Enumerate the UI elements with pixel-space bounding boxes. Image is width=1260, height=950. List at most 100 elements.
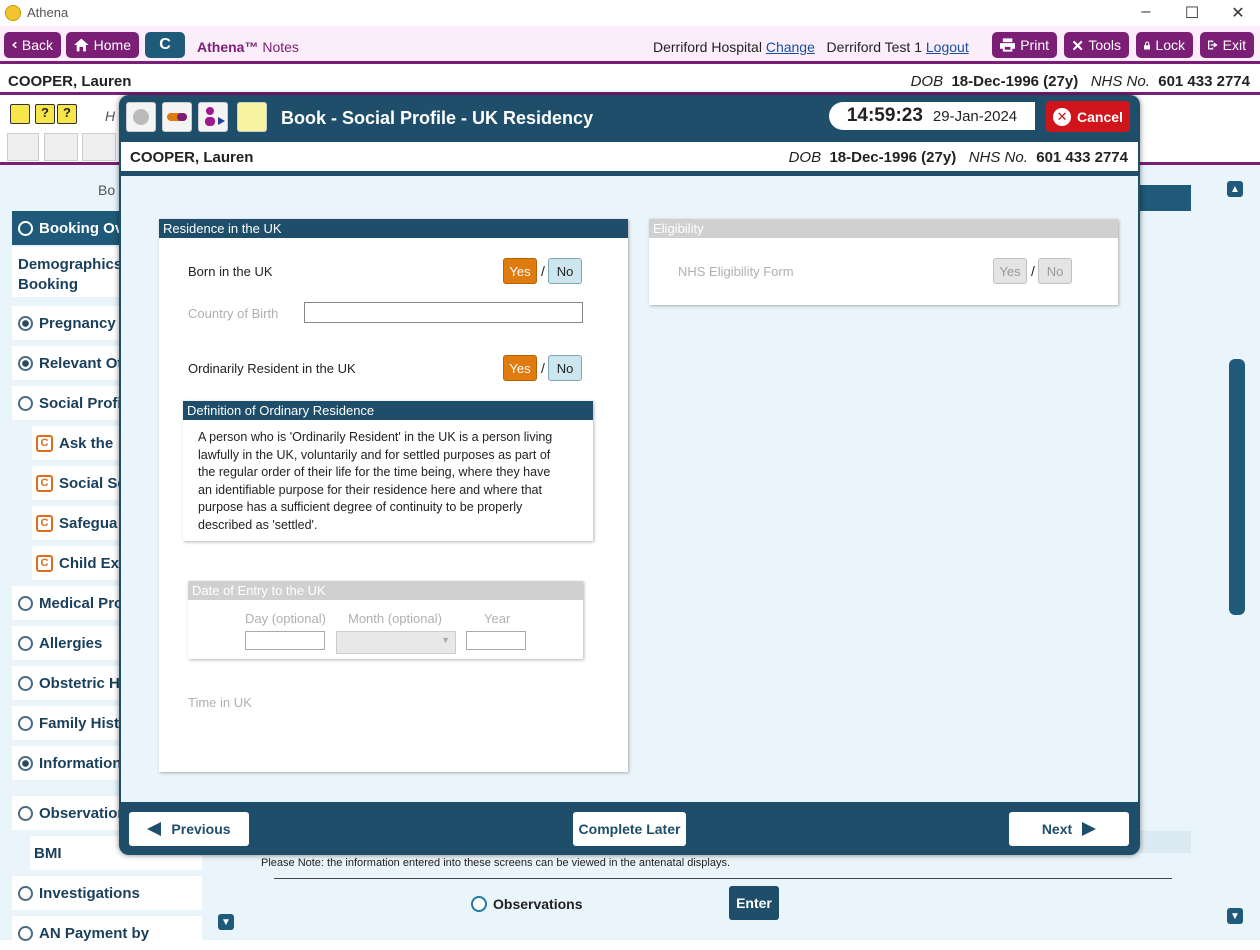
nhs-value: 601 433 2774: [1158, 73, 1250, 90]
radio-icon: [18, 220, 33, 236]
definition-line: A person who is 'Ordinarily Resident' in…: [198, 430, 553, 444]
born-slash: /: [541, 263, 545, 279]
definition-line: lawfully in the UK, voluntarily and for …: [198, 447, 551, 462]
c-icon: C: [36, 514, 53, 532]
puzzle-icon[interactable]: [7, 133, 39, 161]
session-info: Derriford Hospital Change Derriford Test…: [653, 39, 969, 55]
change-link[interactable]: Change: [766, 39, 815, 55]
born-yes-button[interactable]: Yes: [503, 258, 537, 284]
observations-label: Observations: [493, 896, 583, 912]
home-button[interactable]: Home: [66, 32, 139, 58]
cancel-button[interactable]: ✕ Cancel: [1046, 101, 1130, 132]
c-button[interactable]: C: [145, 32, 185, 58]
complete-later-button[interactable]: Complete Later: [573, 812, 686, 846]
nav-scroll-down-icon[interactable]: ▼: [218, 914, 234, 930]
eligibility-yes-button[interactable]: Yes: [993, 258, 1027, 284]
nav-item-label: Relevant Ot: [39, 354, 123, 372]
day-label: Day (optional): [245, 611, 326, 626]
clock-date: 29-Jan-2024: [932, 107, 1018, 125]
scrollbar-thumb[interactable]: [1229, 359, 1245, 615]
nav-item-label-line2: Booking: [18, 276, 78, 293]
nav-item-label: BMI: [34, 844, 62, 862]
definition-line: described as 'settled'.: [198, 517, 318, 532]
radio-icon: [18, 755, 33, 771]
dialog-title: Book - Social Profile - UK Residency: [281, 108, 594, 128]
lock-button[interactable]: Lock: [1136, 32, 1193, 58]
nav-item-label: Investigations: [39, 884, 140, 902]
year-label: Year: [484, 611, 511, 626]
lock-label: Lock: [1155, 37, 1185, 53]
maximize-icon[interactable]: ☐: [1180, 3, 1204, 23]
tools-label: Tools: [1088, 37, 1121, 53]
user-name: Derriford Test 1: [826, 39, 922, 55]
country-of-birth-field[interactable]: [304, 302, 583, 323]
definition-line: the regular order of their life for the …: [198, 465, 551, 480]
patient-tab-icon[interactable]: [198, 102, 228, 132]
subtoolbar-h: H: [105, 108, 116, 124]
logout-link[interactable]: Logout: [926, 39, 969, 55]
home-icon: [74, 38, 89, 52]
home-label: Home: [93, 37, 131, 53]
back-button[interactable]: Back: [4, 32, 61, 58]
nav-item-label: Observation: [39, 804, 127, 822]
tools-button[interactable]: Tools: [1064, 32, 1129, 58]
window-title: Athena: [27, 5, 69, 20]
chevron-down-icon: ▼: [441, 635, 450, 645]
nhs-eligibility-label: NHS Eligibility Form: [678, 264, 794, 279]
time-in-uk-label: Time in UK: [188, 695, 252, 710]
previous-label: Previous: [171, 821, 231, 837]
previous-button[interactable]: Previous: [129, 812, 249, 846]
next-button[interactable]: Next: [1009, 812, 1129, 846]
pill-tab-icon[interactable]: [162, 102, 192, 132]
nav-item-label: Safegua: [59, 514, 118, 532]
dialog-clock: 14:59:23 29-Jan-2024: [829, 102, 1035, 130]
close-circle-icon: ✕: [1053, 107, 1072, 126]
definition-line: an identifiable purpose for their reside…: [198, 482, 542, 497]
notepad-tab-icon[interactable]: [237, 102, 267, 132]
day-field[interactable]: [245, 631, 325, 650]
year-field[interactable]: [466, 631, 526, 650]
exit-button[interactable]: Exit: [1200, 32, 1254, 58]
athena-logo-icon: [5, 5, 21, 21]
month-select[interactable]: ▼: [336, 631, 456, 654]
scroll-down-icon[interactable]: ▼: [1227, 908, 1243, 924]
born-no-button[interactable]: No: [548, 258, 582, 284]
nav-item-17[interactable]: AN Payment by: [12, 916, 202, 950]
nav-item-16[interactable]: Investigations: [12, 876, 202, 910]
note-divider: [274, 878, 1172, 879]
resident-yes-button[interactable]: Yes: [503, 355, 537, 381]
help-2-icon[interactable]: ?: [57, 104, 77, 124]
help-icon[interactable]: ?: [35, 104, 55, 124]
content-header-strip: [1140, 185, 1191, 211]
pill-icon[interactable]: [44, 133, 78, 161]
radio-icon: [18, 925, 33, 941]
puzzle-tab-icon[interactable]: [126, 102, 156, 132]
arrow-left-icon: [147, 822, 162, 836]
eligibility-no-button[interactable]: No: [1038, 258, 1072, 284]
resident-no-button[interactable]: No: [548, 355, 582, 381]
nav-item-label: Information: [39, 754, 122, 772]
print-button[interactable]: Print: [992, 32, 1057, 58]
clock-time: 14:59:23: [846, 105, 923, 126]
dialog-patient-banner: COOPER, Lauren DOB 18-Dec-1996 (27y) NHS…: [121, 142, 1138, 174]
minimize-icon[interactable]: –: [1134, 3, 1158, 21]
born-in-uk-label: Born in the UK: [188, 264, 273, 279]
enter-button[interactable]: Enter: [729, 886, 779, 920]
notes-icon[interactable]: [10, 104, 30, 124]
close-window-icon[interactable]: ✕: [1226, 3, 1250, 23]
nav-item-label: Obstetric H: [39, 674, 120, 692]
scroll-up-icon[interactable]: ▲: [1227, 181, 1243, 197]
observations-radio[interactable]: [471, 896, 487, 912]
back-label: Back: [21, 37, 53, 53]
nav-item-label: Booking Ov: [39, 219, 124, 237]
exit-label: Exit: [1222, 37, 1246, 53]
patient-icon[interactable]: [82, 133, 116, 161]
app-brand: Athena™ Notes: [197, 39, 299, 55]
nav-item-label: Family Histo: [39, 714, 129, 732]
exit-icon: [1208, 40, 1218, 50]
month-label: Month (optional): [348, 611, 442, 626]
dob-value: 18-Dec-1996 (27y): [951, 73, 1079, 90]
app-toolbar: Back Home C Athena™ Notes Derriford Hosp…: [0, 26, 1260, 64]
nav-item-label: Child Exp: [59, 554, 129, 572]
patient-name: COOPER, Lauren: [8, 73, 132, 90]
